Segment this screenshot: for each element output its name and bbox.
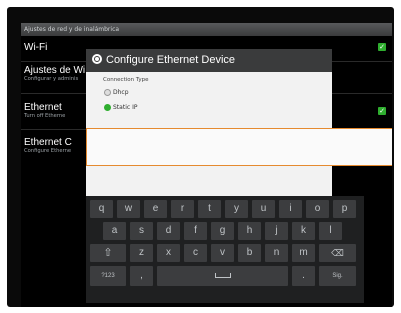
key-d[interactable]: d [157, 222, 180, 240]
key-c[interactable]: c [184, 244, 207, 262]
key-o[interactable]: o [306, 200, 329, 218]
key-f[interactable]: f [184, 222, 207, 240]
key-k[interactable]: k [292, 222, 315, 240]
key-l[interactable]: l [319, 222, 342, 240]
setting-ethernet-config[interactable]: Ethernet C Configure Etherne [24, 137, 72, 154]
settings-header: Ajustes de red y de inalámbrica [21, 23, 392, 36]
comma-key[interactable]: , [130, 266, 153, 286]
key-a[interactable]: a [103, 222, 126, 240]
space-icon [214, 272, 231, 278]
setting-wifi-title: Wi-Fi [24, 42, 48, 53]
key-v[interactable]: v [211, 244, 234, 262]
radio-static-ip-label: Static IP [113, 104, 138, 111]
android-screen: Ajustes de red y de inalámbrica Wi-Fi ✓ … [21, 23, 392, 307]
ip-address-input[interactable] [86, 128, 392, 166]
setting-wifi-settings-subtitle: Configurar y adminis [24, 76, 79, 82]
dialog-title: Configure Ethernet Device [106, 54, 236, 66]
dialog-lower-area [86, 166, 332, 196]
setting-ethernet[interactable]: Ethernet Turn off Etherne [24, 102, 65, 119]
key-t[interactable]: t [198, 200, 221, 218]
setting-ethernet-config-title: Ethernet C [24, 137, 72, 148]
setting-ethernet-subtitle: Turn off Etherne [24, 113, 66, 119]
tv-frame: Ajustes de red y de inalámbrica Wi-Fi ✓ … [7, 7, 394, 307]
key-y[interactable]: y [225, 200, 248, 218]
settings-header-title: Ajustes de red y de inalámbrica [24, 26, 120, 33]
key-x[interactable]: x [157, 244, 180, 262]
radio-dhcp-label: Dhcp [113, 89, 129, 96]
key-g[interactable]: g [211, 222, 234, 240]
key-s[interactable]: s [130, 222, 153, 240]
connection-type-label: Connection Type [103, 77, 149, 83]
shift-key-icon[interactable]: ⇧ [90, 244, 126, 262]
setting-ethernet-config-subtitle: Configure Etherne [24, 148, 72, 154]
next-key[interactable]: Sig. [319, 266, 356, 286]
dialog-title-bar: Configure Ethernet Device [86, 49, 332, 72]
period-key[interactable]: . [292, 266, 315, 286]
key-i[interactable]: i [279, 200, 302, 218]
space-bar[interactable] [157, 266, 288, 286]
settings-gear-icon [92, 54, 102, 65]
key-w[interactable]: w [117, 200, 140, 218]
backspace-key-icon[interactable]: ⌫ [319, 244, 356, 262]
soft-keyboard: q w e r t y u i o p a s d f g h j k l ⇧ … [86, 196, 364, 303]
key-r[interactable]: r [171, 200, 194, 218]
ethernet-checkbox[interactable]: ✓ [378, 107, 386, 115]
key-u[interactable]: u [252, 200, 275, 218]
key-j[interactable]: j [265, 222, 288, 240]
key-h[interactable]: h [238, 222, 261, 240]
radio-static-ip[interactable]: Static IP [104, 104, 137, 111]
setting-wifi[interactable]: Wi-Fi [24, 42, 47, 53]
setting-wifi-settings-title: Ajustes de Wi [24, 65, 86, 76]
symbols-key[interactable]: ?123 [90, 266, 126, 286]
radio-dhcp-indicator [104, 89, 111, 96]
key-p[interactable]: p [333, 200, 356, 218]
radio-dhcp[interactable]: Dhcp [104, 89, 129, 96]
key-n[interactable]: n [265, 244, 288, 262]
wifi-checkbox[interactable]: ✓ [378, 43, 386, 51]
key-z[interactable]: z [130, 244, 153, 262]
setting-wifi-settings[interactable]: Ajustes de Wi Configurar y adminis [24, 65, 85, 82]
key-q[interactable]: q [90, 200, 113, 218]
key-e[interactable]: e [144, 200, 167, 218]
radio-static-ip-indicator [104, 104, 111, 111]
setting-ethernet-title: Ethernet [24, 102, 62, 113]
key-m[interactable]: m [292, 244, 315, 262]
key-b[interactable]: b [238, 244, 261, 262]
